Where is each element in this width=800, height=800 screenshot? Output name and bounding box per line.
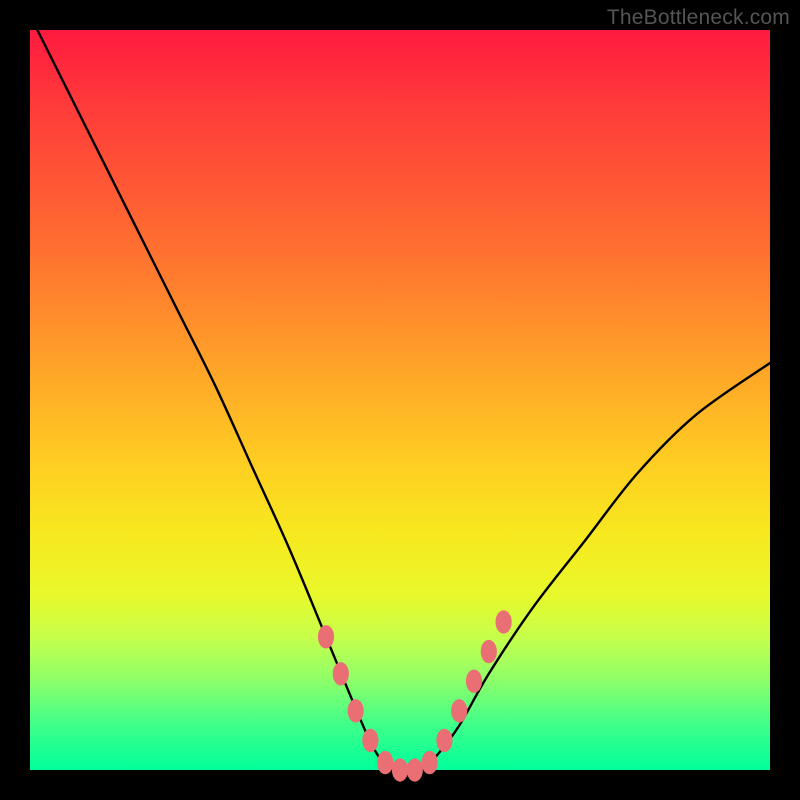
marker-dots	[318, 610, 512, 781]
marker-dot	[481, 640, 497, 663]
marker-dot	[318, 625, 334, 648]
marker-dot	[362, 729, 378, 752]
plot-area	[30, 30, 770, 770]
marker-dot	[333, 662, 349, 685]
marker-dot	[466, 670, 482, 693]
bottleneck-curve	[30, 15, 770, 771]
marker-dot	[407, 758, 423, 781]
marker-dot	[451, 699, 467, 722]
marker-dot	[422, 751, 438, 774]
marker-dot	[436, 729, 452, 752]
marker-dot	[496, 610, 512, 633]
curve-svg	[30, 30, 770, 770]
source-credit: TheBottleneck.com	[607, 6, 790, 30]
marker-dot	[392, 758, 408, 781]
marker-dot	[377, 751, 393, 774]
chart-frame: TheBottleneck.com	[0, 0, 800, 800]
marker-dot	[348, 699, 364, 722]
